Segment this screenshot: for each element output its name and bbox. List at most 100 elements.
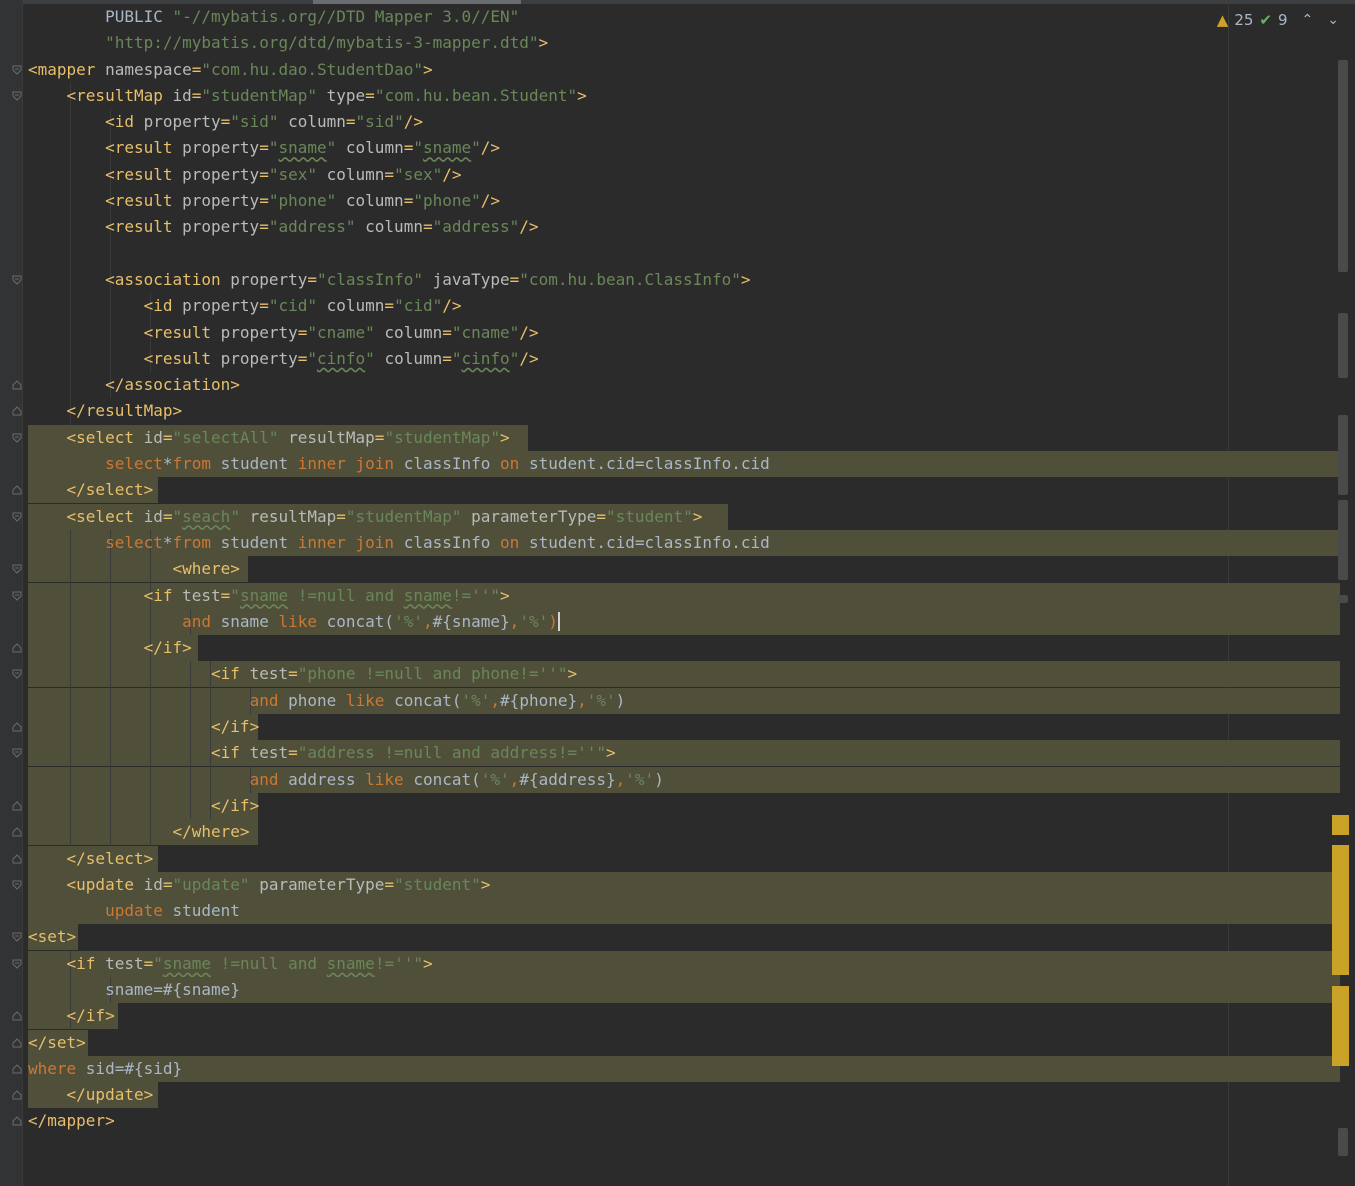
code-line[interactable]: <if test="address !=null and address!=''… [0, 740, 1340, 767]
scrollbar-thumb[interactable] [1338, 595, 1348, 603]
code-text: </where> [28, 819, 250, 845]
fold-open-icon[interactable] [12, 65, 22, 75]
fold-end-icon[interactable] [12, 643, 22, 653]
code-line[interactable]: </if> [0, 1003, 1340, 1030]
code-token: </select> [66, 480, 154, 500]
code-token: and [249, 769, 289, 789]
code-token: <update [66, 874, 144, 894]
code-line[interactable]: <id property="cid" column="cid"/> [0, 293, 1340, 320]
code-token: = [442, 348, 452, 368]
code-editor[interactable]: PUBLIC "-//mybatis.org//DTD Mapper 3.0//… [0, 4, 1340, 1135]
inspection-widget[interactable]: ▲ 25 ✔ 9 ⌃ ⌄ [1217, 10, 1339, 30]
code-line[interactable]: <if test="sname !=null and sname!=''"> [0, 950, 1340, 977]
fold-end-icon[interactable] [12, 1011, 22, 1021]
fold-open-icon[interactable] [12, 275, 22, 285]
code-line[interactable]: <if test="phone !=null and phone!=''"> [0, 661, 1340, 688]
code-line[interactable]: where sid=#{sid} [0, 1055, 1340, 1082]
code-token: column [326, 296, 385, 316]
fold-end-icon[interactable] [12, 853, 22, 864]
code-line[interactable]: </association> [0, 372, 1340, 399]
scrollbar-thumb[interactable] [1338, 313, 1348, 378]
code-line[interactable]: <update id="update" parameterType="stude… [0, 871, 1340, 898]
code-token: = [162, 427, 173, 447]
code-line[interactable]: <resultMap id="studentMap" type="com.hu.… [0, 82, 1340, 110]
fold-open-icon[interactable] [12, 91, 22, 101]
fold-end-icon[interactable] [12, 801, 22, 811]
code-line[interactable]: "http://mybatis.org/dtd/mybatis-3-mapper… [0, 30, 1340, 56]
code-line[interactable]: <result property="cname" column="cname"/… [0, 319, 1340, 346]
code-line[interactable]: <select id="seach" resultMap="studentMap… [0, 503, 1340, 530]
code-line[interactable]: </set> [0, 1029, 1340, 1056]
fold-end-icon[interactable] [12, 1037, 22, 1048]
fold-open-icon[interactable] [12, 433, 22, 443]
code-line[interactable]: <id property="sid" column="sid"/> [0, 109, 1340, 136]
fold-open-icon[interactable] [12, 932, 22, 943]
code-token: concat( [413, 769, 481, 789]
code-line[interactable]: <result property="sex" column="sex"/> [0, 161, 1340, 189]
code-line[interactable]: sname=#{sname} [0, 976, 1340, 1004]
scrollbar-thumb[interactable] [1338, 1128, 1348, 1156]
code-line[interactable]: <result property="cinfo" column="cinfo"/… [0, 345, 1340, 373]
error-stripe-marker[interactable] [1332, 845, 1349, 975]
code-line[interactable]: <mapper namespace="com.hu.dao.StudentDao… [0, 57, 1340, 83]
fold-open-icon[interactable] [12, 748, 22, 759]
fold-end-icon[interactable] [12, 722, 22, 732]
code-line[interactable]: <if test="sname !=null and sname!=''"> [0, 582, 1340, 609]
fold-end-icon[interactable] [12, 1090, 22, 1100]
code-line[interactable]: <select id="selectAll" resultMap="studen… [0, 424, 1340, 451]
code-token: on [500, 454, 529, 474]
code-line[interactable]: </where> [0, 819, 1340, 846]
fold-end-icon[interactable] [12, 406, 22, 416]
code-token: , [615, 769, 626, 789]
fold-open-icon[interactable] [12, 669, 22, 680]
code-line[interactable]: update student [0, 898, 1340, 925]
code-line[interactable]: <result property="sname" column="sname"/… [0, 135, 1340, 162]
code-line[interactable]: and address like concat('%',#{address},'… [0, 766, 1340, 793]
code-line[interactable]: </resultMap> [0, 398, 1340, 425]
code-line[interactable]: select*from student inner join classInfo… [0, 529, 1340, 557]
code-token: , [490, 690, 501, 710]
code-line[interactable]: <result property="address" column="addre… [0, 214, 1340, 241]
fold-end-icon[interactable] [12, 1116, 22, 1126]
code-line[interactable]: PUBLIC "-//mybatis.org//DTD Mapper 3.0//… [0, 4, 1340, 30]
fold-open-icon[interactable] [12, 880, 22, 890]
previous-highlight-button[interactable]: ⌃ [1302, 12, 1314, 28]
code-line[interactable]: and phone like concat('%',#{phone},'%') [0, 687, 1340, 715]
error-stripe-marker[interactable] [1332, 815, 1349, 835]
scrollbar-thumb[interactable] [1338, 415, 1348, 495]
fold-open-icon[interactable] [12, 959, 22, 969]
fold-open-icon[interactable] [12, 564, 22, 574]
code-token: PUBLIC [28, 7, 173, 26]
code-line[interactable]: select*from student inner join classInfo… [0, 451, 1340, 478]
code-line[interactable]: </if> [0, 792, 1340, 820]
scrollbar-thumb[interactable] [1338, 500, 1348, 580]
warning-triangle-icon[interactable]: ▲ [1217, 11, 1229, 29]
fold-end-icon[interactable] [12, 1064, 22, 1074]
code-line[interactable]: <set> [0, 924, 1340, 951]
code-line[interactable]: </select> [0, 477, 1340, 504]
code-token: = [288, 664, 298, 684]
fold-end-icon[interactable] [12, 380, 22, 390]
code-line[interactable]: <result property="phone" column="phone"/… [0, 188, 1340, 215]
double-check-icon[interactable]: ✔ [1259, 11, 1272, 29]
code-token: <set> [28, 927, 77, 947]
code-line[interactable] [0, 240, 1340, 267]
next-highlight-button[interactable]: ⌄ [1327, 12, 1339, 28]
fold-open-icon[interactable] [12, 512, 22, 522]
code-line[interactable]: </update> [0, 1082, 1340, 1109]
fold-end-icon[interactable] [12, 827, 22, 837]
code-line[interactable]: <where> [0, 556, 1340, 583]
code-line[interactable]: and sname like concat('%',#{sname},'%') [0, 608, 1340, 636]
code-line[interactable]: </if> [0, 714, 1340, 741]
error-stripe-marker[interactable] [1332, 986, 1349, 1066]
code-line[interactable]: </if> [0, 635, 1340, 662]
scrollbar-thumb[interactable] [1338, 60, 1348, 272]
code-line[interactable]: </mapper> [0, 1108, 1340, 1134]
code-line[interactable]: </select> [0, 845, 1340, 872]
fold-end-icon[interactable] [12, 485, 22, 495]
code-line[interactable]: <association property="classInfo" javaTy… [0, 266, 1340, 294]
fold-open-icon[interactable] [12, 591, 22, 601]
